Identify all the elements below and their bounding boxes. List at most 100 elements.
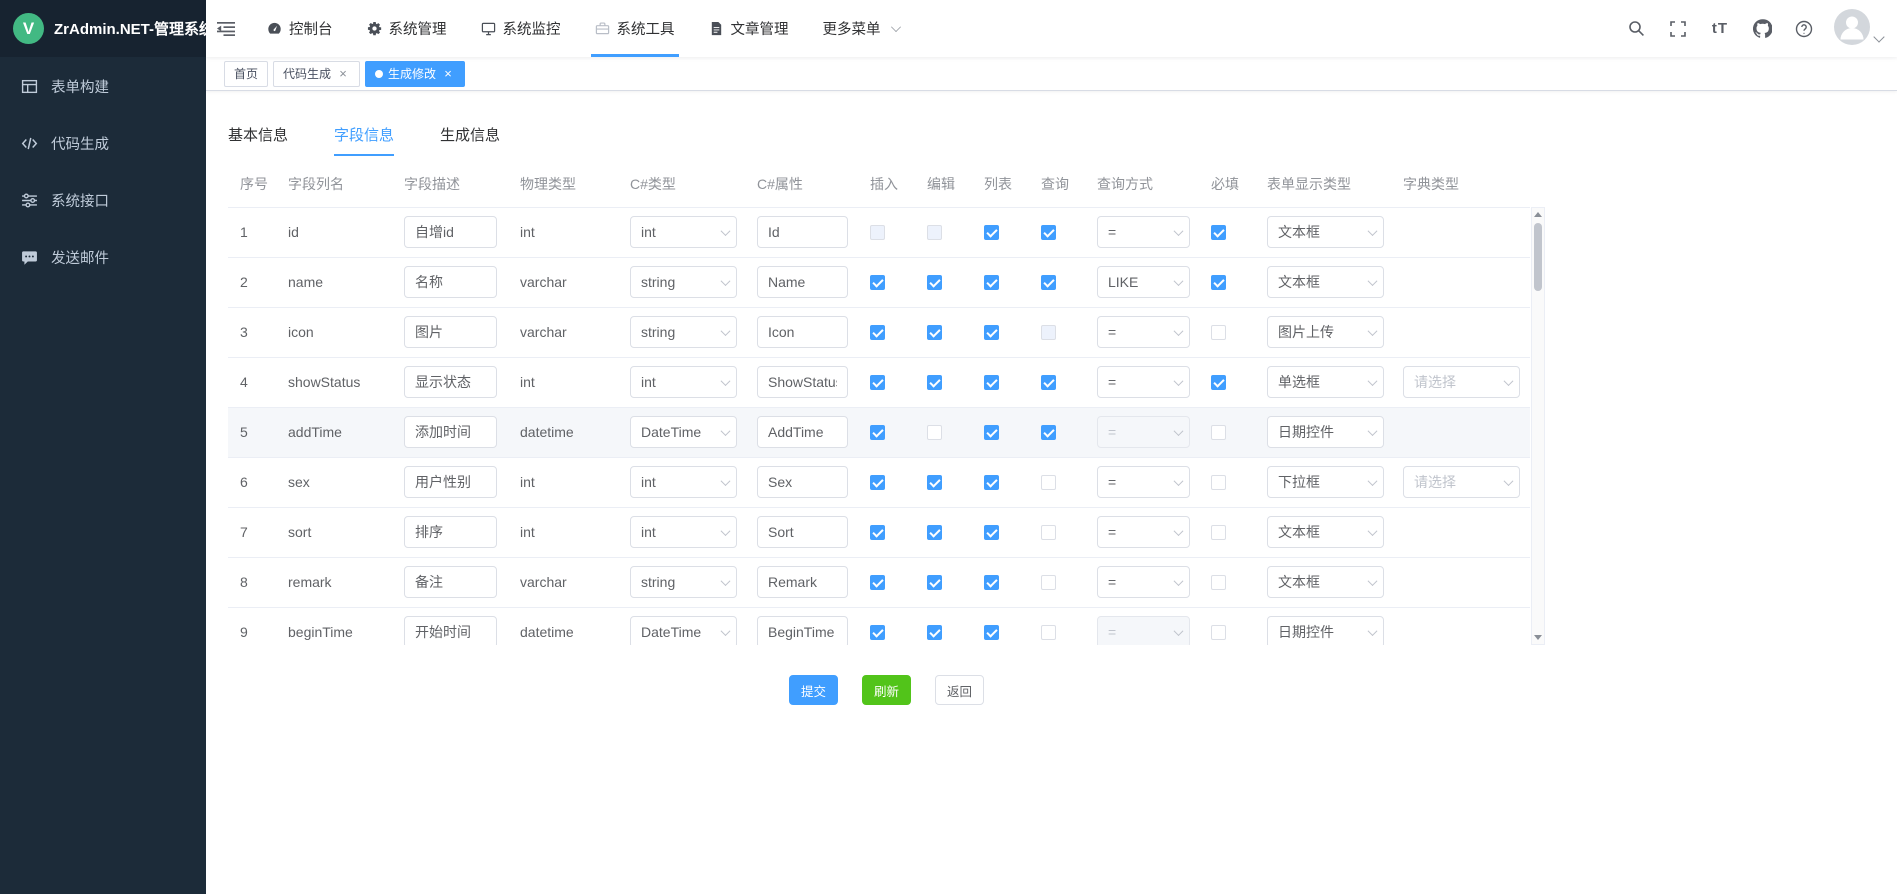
display-type-select[interactable]: 文本框 <box>1267 516 1384 548</box>
query-checkbox[interactable] <box>1041 525 1056 540</box>
list-checkbox[interactable] <box>984 225 999 240</box>
csharp-property-input[interactable] <box>757 316 848 348</box>
tab-field-info[interactable]: 字段信息 <box>334 116 394 156</box>
close-icon[interactable]: × <box>336 67 350 81</box>
fullscreen-icon[interactable] <box>1659 9 1697 49</box>
csharp-property-input[interactable] <box>757 616 848 645</box>
tag-code-generation[interactable]: 代码生成 × <box>273 61 360 87</box>
back-button[interactable]: 返回 <box>935 675 984 705</box>
dict-type-select[interactable]: 请选择 <box>1403 466 1520 498</box>
insert-checkbox[interactable] <box>870 525 885 540</box>
insert-checkbox[interactable] <box>870 575 885 590</box>
csharp-type-select[interactable]: string <box>630 316 737 348</box>
required-checkbox[interactable] <box>1211 225 1226 240</box>
tag-generate-modify[interactable]: 生成修改 × <box>365 61 465 87</box>
field-description-input[interactable] <box>404 266 497 298</box>
edit-checkbox[interactable] <box>927 425 942 440</box>
list-checkbox[interactable] <box>984 425 999 440</box>
query-checkbox[interactable] <box>1041 425 1056 440</box>
query-method-select[interactable]: = <box>1097 216 1190 248</box>
required-checkbox[interactable] <box>1211 475 1226 490</box>
csharp-type-select[interactable]: int <box>630 366 737 398</box>
display-type-select[interactable]: 下拉框 <box>1267 466 1384 498</box>
csharp-type-select[interactable]: int <box>630 216 737 248</box>
display-type-select[interactable]: 文本框 <box>1267 566 1384 598</box>
display-type-select[interactable]: 日期控件 <box>1267 616 1384 645</box>
field-description-input[interactable] <box>404 416 497 448</box>
list-checkbox[interactable] <box>984 575 999 590</box>
csharp-property-input[interactable] <box>757 566 848 598</box>
edit-checkbox[interactable] <box>927 475 942 490</box>
display-type-select[interactable]: 单选框 <box>1267 366 1384 398</box>
list-checkbox[interactable] <box>984 475 999 490</box>
nav-item-system-monitor[interactable]: 系统监控 <box>464 0 578 57</box>
query-method-select[interactable]: = <box>1097 566 1190 598</box>
csharp-type-select[interactable]: DateTime <box>630 616 737 645</box>
required-checkbox[interactable] <box>1211 325 1226 340</box>
nav-item-article-management[interactable]: 文章管理 <box>692 0 806 57</box>
query-method-select[interactable]: = <box>1097 466 1190 498</box>
csharp-property-input[interactable] <box>757 216 848 248</box>
sidebar-item-send-mail[interactable]: 发送邮件 <box>0 229 206 286</box>
field-description-input[interactable] <box>404 316 497 348</box>
table-scrollbar[interactable] <box>1531 207 1545 645</box>
required-checkbox[interactable] <box>1211 625 1226 640</box>
query-checkbox[interactable] <box>1041 275 1056 290</box>
query-checkbox[interactable] <box>1041 475 1056 490</box>
nav-item-more-menus[interactable]: 更多菜单 <box>806 0 918 57</box>
field-description-input[interactable] <box>404 366 497 398</box>
insert-checkbox[interactable] <box>870 425 885 440</box>
list-checkbox[interactable] <box>984 525 999 540</box>
edit-checkbox[interactable] <box>927 625 942 640</box>
csharp-property-input[interactable] <box>757 266 848 298</box>
scrollbar-thumb[interactable] <box>1534 223 1542 291</box>
insert-checkbox[interactable] <box>870 275 885 290</box>
display-type-select[interactable]: 文本框 <box>1267 266 1384 298</box>
field-description-input[interactable] <box>404 466 497 498</box>
dict-type-select[interactable]: 请选择 <box>1403 366 1520 398</box>
refresh-button[interactable]: 刷新 <box>862 675 911 705</box>
submit-button[interactable]: 提交 <box>789 675 838 705</box>
list-checkbox[interactable] <box>984 275 999 290</box>
field-description-input[interactable] <box>404 216 497 248</box>
tag-home[interactable]: 首页 <box>224 61 268 87</box>
csharp-property-input[interactable] <box>757 516 848 548</box>
list-checkbox[interactable] <box>984 625 999 640</box>
csharp-type-select[interactable]: DateTime <box>630 416 737 448</box>
tab-basic-info[interactable]: 基本信息 <box>228 116 288 156</box>
query-checkbox[interactable] <box>1041 625 1056 640</box>
query-method-select[interactable]: LIKE <box>1097 266 1190 298</box>
search-icon[interactable] <box>1617 9 1655 49</box>
csharp-property-input[interactable] <box>757 366 848 398</box>
tab-generation-info[interactable]: 生成信息 <box>440 116 500 156</box>
query-method-select[interactable]: = <box>1097 316 1190 348</box>
field-description-input[interactable] <box>404 616 497 645</box>
menu-fold-icon[interactable] <box>206 0 246 57</box>
csharp-property-input[interactable] <box>757 466 848 498</box>
edit-checkbox[interactable] <box>927 275 942 290</box>
query-checkbox[interactable] <box>1041 225 1056 240</box>
display-type-select[interactable]: 文本框 <box>1267 216 1384 248</box>
query-method-select[interactable]: = <box>1097 516 1190 548</box>
required-checkbox[interactable] <box>1211 525 1226 540</box>
nav-item-system-tools[interactable]: 系统工具 <box>578 0 692 57</box>
sidebar-item-code-generation[interactable]: 代码生成 <box>0 115 206 172</box>
field-description-input[interactable] <box>404 516 497 548</box>
insert-checkbox[interactable] <box>870 475 885 490</box>
scrollbar-down-arrow[interactable] <box>1532 631 1544 644</box>
edit-checkbox[interactable] <box>927 375 942 390</box>
display-type-select[interactable]: 图片上传 <box>1267 316 1384 348</box>
edit-checkbox[interactable] <box>927 525 942 540</box>
field-description-input[interactable] <box>404 566 497 598</box>
insert-checkbox[interactable] <box>870 625 885 640</box>
required-checkbox[interactable] <box>1211 375 1226 390</box>
csharp-type-select[interactable]: string <box>630 266 737 298</box>
sidebar-item-system-api[interactable]: 系统接口 <box>0 172 206 229</box>
csharp-type-select[interactable]: int <box>630 516 737 548</box>
github-icon[interactable] <box>1743 9 1781 49</box>
csharp-type-select[interactable]: string <box>630 566 737 598</box>
user-menu[interactable] <box>1833 8 1883 49</box>
edit-checkbox[interactable] <box>927 575 942 590</box>
list-checkbox[interactable] <box>984 325 999 340</box>
help-icon[interactable] <box>1785 9 1823 49</box>
